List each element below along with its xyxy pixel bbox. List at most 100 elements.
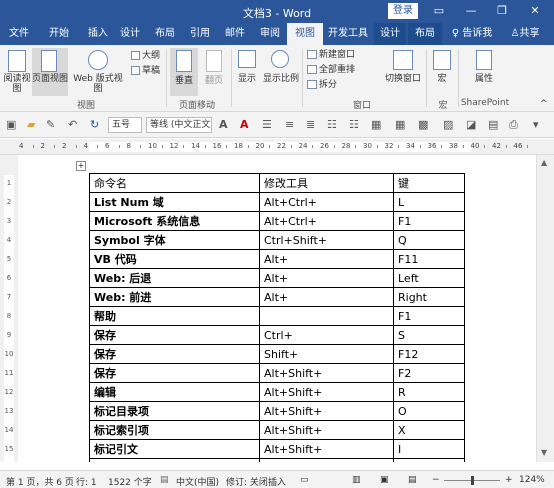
- redo-icon[interactable]: ↻: [90, 118, 99, 131]
- zoom-out-icon[interactable]: −: [432, 475, 440, 485]
- key-cell[interactable]: Left: [393, 268, 465, 288]
- key-cell[interactable]: F11: [393, 249, 465, 269]
- share-button[interactable]: ♙共享: [505, 23, 545, 45]
- tab-table-layout[interactable]: 布局: [408, 23, 442, 45]
- font-name-select[interactable]: 等线 (中文正文: [146, 117, 212, 133]
- modifier-cell[interactable]: [259, 306, 394, 326]
- undo-icon[interactable]: ↶: [68, 118, 77, 131]
- command-name-cell[interactable]: 保存: [89, 325, 260, 345]
- vertical-button[interactable]: 垂直: [170, 76, 198, 86]
- tab-design[interactable]: 设计: [115, 23, 145, 45]
- command-name-cell[interactable]: 保存: [89, 363, 260, 383]
- numbering-icon[interactable]: ☷: [349, 118, 359, 131]
- insert-table-icon[interactable]: ▦: [395, 118, 405, 131]
- bold-icon[interactable]: A: [219, 118, 228, 131]
- read-mode-button[interactable]: 阅读视图: [3, 74, 31, 94]
- command-name-cell[interactable]: VB 代码: [89, 249, 260, 269]
- print-layout-button[interactable]: 页面视图: [32, 74, 68, 84]
- login-button[interactable]: 登录: [388, 3, 418, 19]
- pen-icon[interactable]: ✎: [46, 118, 55, 131]
- modifier-cell[interactable]: Ctrl+: [259, 325, 394, 345]
- web-layout-button[interactable]: Web 版式视图: [69, 74, 127, 94]
- tab-insert[interactable]: 插入: [83, 23, 113, 45]
- modifier-cell[interactable]: Alt+: [259, 249, 394, 269]
- page-count[interactable]: 第 1 页，共 6 页: [6, 475, 74, 488]
- shapes-icon[interactable]: ◪: [466, 118, 476, 131]
- key-cell[interactable]: F1: [393, 211, 465, 231]
- scroll-down-icon[interactable]: ▼: [541, 448, 547, 457]
- tab-mailings[interactable]: 邮件: [220, 23, 250, 45]
- list-icon[interactable]: ☷: [327, 118, 337, 131]
- key-cell[interactable]: F12: [393, 344, 465, 364]
- tab-table-design[interactable]: 设计: [374, 23, 406, 45]
- tab-view[interactable]: 视图: [287, 23, 323, 45]
- key-cell[interactable]: X: [393, 420, 465, 440]
- table-move-handle-icon[interactable]: +: [76, 161, 86, 171]
- command-name-cell[interactable]: Web: 前进: [89, 287, 260, 307]
- command-name-cell[interactable]: 帮助: [89, 306, 260, 326]
- key-cell[interactable]: F2: [393, 363, 465, 383]
- header-cell[interactable]: 键: [393, 173, 465, 193]
- save-icon[interactable]: ▣: [6, 118, 16, 131]
- font-size-select[interactable]: 五号: [108, 117, 142, 133]
- macro-record-icon[interactable]: ▭: [300, 475, 309, 485]
- zoom-level[interactable]: 124%: [519, 475, 545, 485]
- tab-review[interactable]: 审阅: [255, 23, 285, 45]
- vertical-scrollbar[interactable]: ▲ ▼: [536, 155, 554, 462]
- arrange-all-button[interactable]: 全部重排: [319, 65, 355, 75]
- modifier-cell[interactable]: Ctrl+Shift+: [259, 230, 394, 250]
- command-name-cell[interactable]: 标记目录项: [89, 401, 260, 421]
- key-cell[interactable]: F3: [393, 458, 465, 462]
- key-cell[interactable]: Q: [393, 230, 465, 250]
- modifier-cell[interactable]: Alt+: [259, 268, 394, 288]
- tab-references[interactable]: 引用: [185, 23, 215, 45]
- command-name-cell[interactable]: 编辑: [89, 382, 260, 402]
- proofing-icon[interactable]: ▤: [160, 475, 169, 485]
- properties-button[interactable]: 属性: [469, 74, 499, 84]
- split-button[interactable]: 拆分: [319, 80, 337, 90]
- table-icon[interactable]: ▦: [371, 118, 381, 131]
- zoom-slider-thumb[interactable]: [471, 476, 474, 485]
- collapse-ribbon-icon[interactable]: ^: [540, 99, 548, 109]
- modifier-cell[interactable]: [259, 458, 394, 462]
- open-folder-icon[interactable]: ▰: [27, 118, 35, 131]
- modifier-cell[interactable]: Shift+: [259, 344, 394, 364]
- ribbon-display-icon[interactable]: ▭: [431, 3, 447, 19]
- line-spacing-icon[interactable]: ≣: [306, 118, 315, 131]
- track-changes[interactable]: 修订: 关闭: [226, 475, 268, 488]
- show-button[interactable]: 显示: [233, 74, 261, 84]
- align-icon[interactable]: ≡: [285, 118, 294, 131]
- modifier-cell[interactable]: Alt+Ctrl+: [259, 192, 394, 212]
- side-by-side-button[interactable]: 翻页: [200, 76, 228, 86]
- key-cell[interactable]: F1: [393, 306, 465, 326]
- modifier-cell[interactable]: Alt+: [259, 287, 394, 307]
- key-cell[interactable]: R: [393, 382, 465, 402]
- command-name-cell[interactable]: Symbol 字体: [89, 230, 260, 250]
- insert-mode[interactable]: 插入: [268, 475, 286, 488]
- font-color-icon[interactable]: A: [240, 118, 249, 131]
- modifier-cell[interactable]: Alt+Shift+: [259, 382, 394, 402]
- outline-button[interactable]: 大纲: [142, 51, 160, 61]
- image-icon[interactable]: ▨: [443, 118, 453, 131]
- key-cell[interactable]: S: [393, 325, 465, 345]
- word-count[interactable]: 1522 个字: [108, 475, 152, 488]
- key-cell[interactable]: O: [393, 401, 465, 421]
- command-name-cell[interactable]: 插入构建基块: [89, 458, 260, 462]
- scroll-up-icon[interactable]: ▲: [541, 158, 547, 167]
- key-cell[interactable]: I: [393, 439, 465, 459]
- command-name-cell[interactable]: 保存: [89, 344, 260, 364]
- horizontal-ruler[interactable]: 4 2 2 4 6 8 10 12 14 16 18 20 22 24 26 28 30 32 34 36 38 40 42…: [0, 139, 554, 155]
- tab-home[interactable]: 开始: [44, 23, 74, 45]
- language[interactable]: 中文(中国): [176, 475, 219, 488]
- line-number[interactable]: 行: 1: [76, 475, 97, 488]
- switch-windows-button[interactable]: 切换窗口: [383, 74, 423, 84]
- print-layout-view-icon[interactable]: ▣: [380, 475, 389, 485]
- zoom-in-icon[interactable]: +: [505, 475, 513, 485]
- customize-qat-icon[interactable]: ▾: [533, 118, 539, 131]
- new-window-button[interactable]: 新建窗口: [319, 50, 355, 60]
- command-name-cell[interactable]: 标记索引项: [89, 420, 260, 440]
- document-area[interactable]: + 命令名 修改工具 键 List Num 域 Alt+Ctrl+ L Microso…: [18, 155, 536, 462]
- minimize-icon[interactable]: —: [463, 3, 479, 19]
- web-layout-view-icon[interactable]: ▤: [408, 475, 417, 485]
- command-name-cell[interactable]: List Num 域: [89, 192, 260, 212]
